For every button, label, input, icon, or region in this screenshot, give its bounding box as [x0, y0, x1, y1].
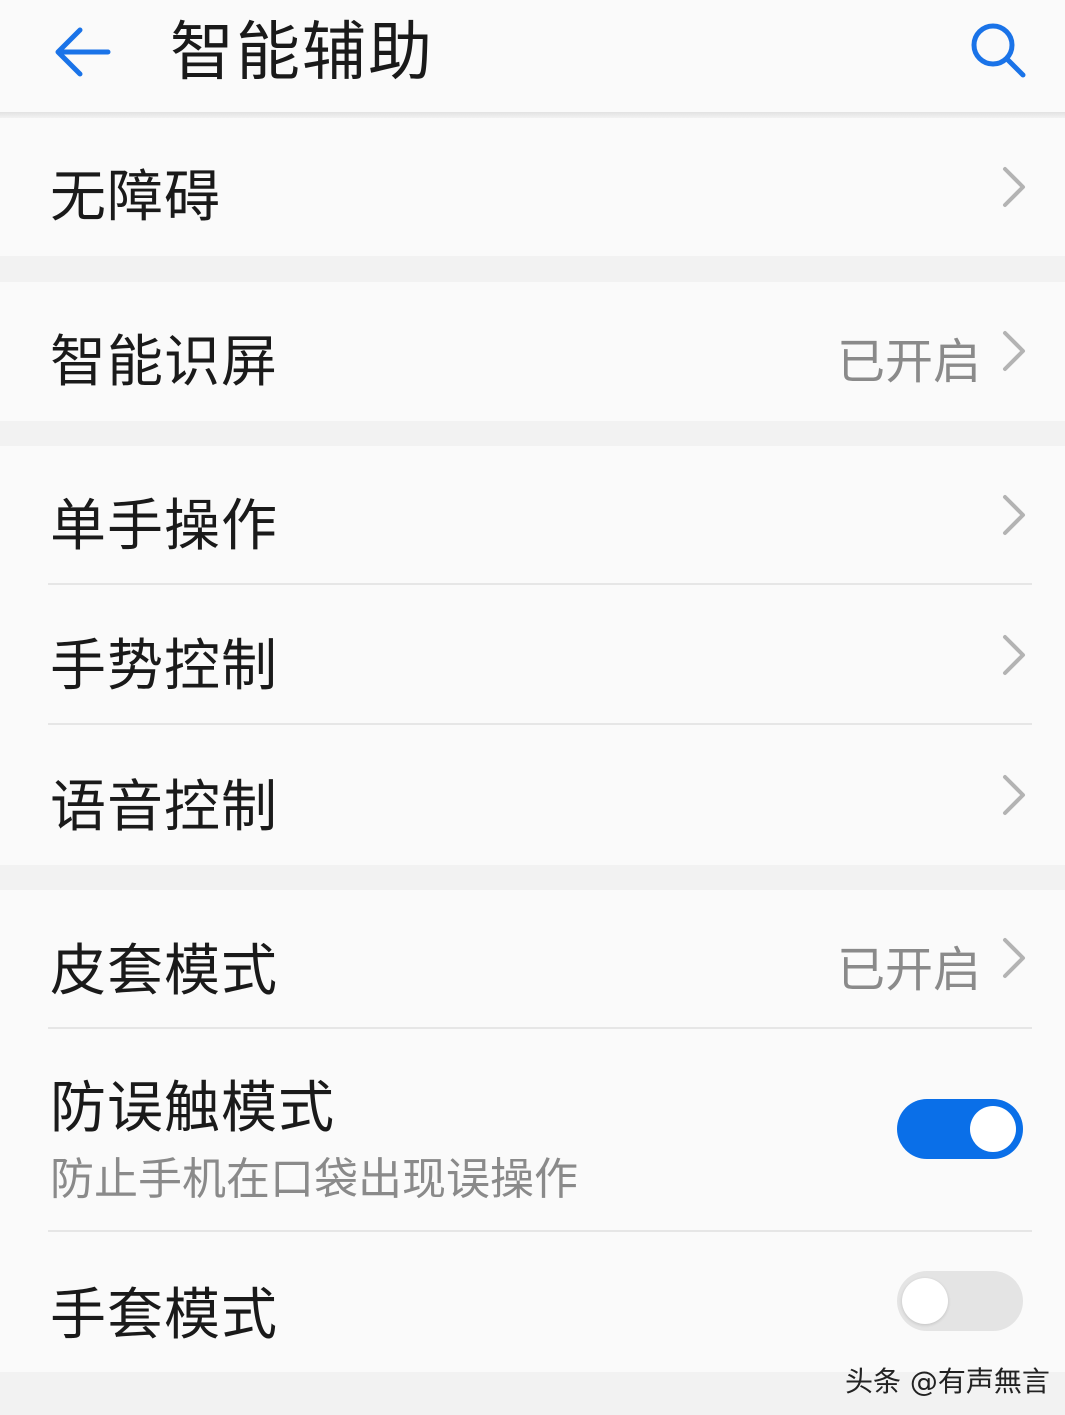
- list-item-smart-screen-recognition[interactable]: 智能识屏 已开启: [0, 282, 1065, 421]
- search-icon: [971, 23, 1026, 78]
- chevron-right-icon: [1003, 775, 1025, 815]
- list-item-voice-control[interactable]: 语音控制: [0, 725, 1065, 865]
- chevron-right-icon: [1003, 167, 1025, 207]
- settings-group-controls: 单手操作 手势控制 语音控制: [0, 446, 1065, 865]
- list-item-label: 智能识屏: [50, 330, 278, 395]
- settings-group-accessibility: 无障碍: [0, 118, 1065, 256]
- chevron-right-icon: [1003, 938, 1025, 978]
- list-item-one-hand-mode[interactable]: 单手操作: [0, 446, 1065, 584]
- page-title: 智能辅助: [170, 16, 434, 90]
- back-button[interactable]: [40, 10, 124, 94]
- list-item-subtitle: 防止手机在口袋出现误操作: [50, 1154, 578, 1205]
- list-item-value: 已开启: [836, 334, 981, 390]
- list-item-accidental-touch-mode[interactable]: 防误触模式 防止手机在口袋出现误操作: [0, 1029, 1065, 1230]
- list-item-value: 已开启: [836, 942, 981, 998]
- search-button[interactable]: [958, 10, 1038, 90]
- settings-group-modes: 皮套模式 已开启 防误触模式 防止手机在口袋出现误操作 手套模式: [0, 890, 1065, 1372]
- list-item-label: 手势控制: [50, 634, 278, 699]
- list-item-label: 皮套模式: [50, 939, 278, 1004]
- list-item-label: 手套模式: [50, 1283, 278, 1348]
- list-item-label: 无障碍: [50, 165, 221, 230]
- toggle-knob: [970, 1106, 1016, 1152]
- list-item-accessibility[interactable]: 无障碍: [0, 118, 1065, 256]
- settings-group-screen-recognition: 智能识屏 已开启: [0, 282, 1065, 421]
- list-item-glove-mode[interactable]: 手套模式: [0, 1232, 1065, 1372]
- app-bar: 智能辅助: [0, 0, 1065, 112]
- arrow-left-icon: [55, 27, 111, 77]
- list-item-label: 单手操作: [50, 494, 278, 559]
- accidental-touch-toggle[interactable]: [897, 1099, 1023, 1159]
- glove-mode-toggle[interactable]: [897, 1271, 1023, 1331]
- chevron-right-icon: [1003, 495, 1025, 535]
- chevron-right-icon: [1003, 331, 1025, 371]
- list-item-gesture-control[interactable]: 手势控制: [0, 585, 1065, 724]
- list-item-cover-mode[interactable]: 皮套模式 已开启: [0, 890, 1065, 1027]
- list-item-label: 语音控制: [50, 775, 278, 840]
- watermark: 头条 @有声無言: [845, 1365, 1050, 1398]
- toggle-knob: [902, 1278, 948, 1324]
- chevron-right-icon: [1003, 635, 1025, 675]
- list-item-label: 防误触模式: [50, 1076, 335, 1141]
